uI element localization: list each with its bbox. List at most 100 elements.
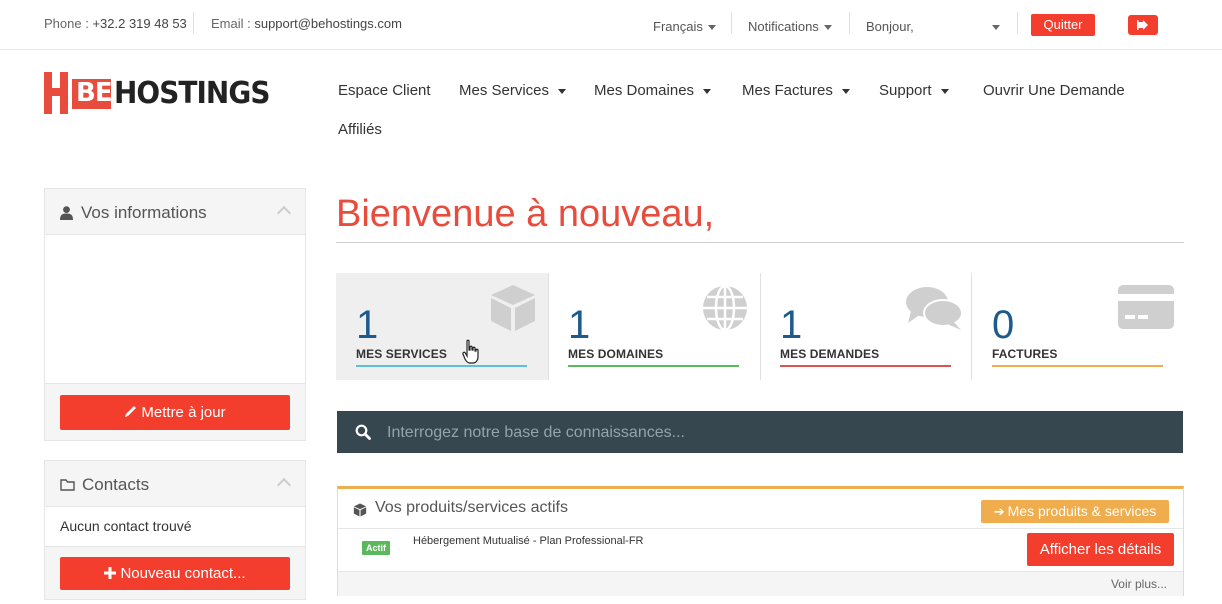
nav-label: Ouvrir Une Demande: [983, 82, 1125, 99]
arrow-right-icon: ➔: [993, 504, 1005, 519]
email-info: Email : support@behostings.com: [211, 16, 402, 31]
user-icon: [60, 206, 73, 220]
stat-underline: [356, 365, 527, 367]
folder-icon: [60, 479, 75, 491]
contacts-panel-footer: Nouveau contact...: [45, 546, 305, 599]
status-badge: Actif: [362, 541, 390, 555]
phone-value[interactable]: +32.2 319 48 53: [92, 16, 186, 31]
panel-title: Vos produits/services actifs: [375, 499, 568, 516]
new-contact-label: Nouveau contact...: [120, 565, 246, 582]
nav-espace-client[interactable]: Espace Client: [338, 82, 431, 99]
caret-down-icon: [558, 88, 567, 94]
chevron-up-icon[interactable]: [276, 477, 292, 493]
logo-text: HOSTINGS: [114, 76, 270, 111]
email-label: Email :: [211, 16, 255, 31]
divider: [849, 12, 850, 34]
knowledgebase-search-input[interactable]: [387, 422, 1167, 444]
stat-value: 1: [780, 303, 803, 347]
search-icon: [355, 424, 371, 440]
caret-down-icon: [940, 88, 949, 94]
page-title: Bienvenue à nouveau,: [336, 193, 715, 235]
stat-tile-services[interactable]: 1 MES SERVICES: [336, 273, 548, 380]
stat-value: 1: [568, 303, 591, 347]
credit-card-icon: [1118, 285, 1174, 329]
nav-label: Mes Domaines: [594, 82, 695, 99]
nav-affilies[interactable]: Affiliés: [338, 121, 382, 138]
cursor-hand-icon: [462, 339, 479, 364]
caret-down-icon: [992, 25, 1000, 30]
plus-icon: [104, 567, 117, 579]
stat-tile-domains[interactable]: 1 MES DOMAINES: [548, 273, 760, 380]
notifications-menu[interactable]: Notifications: [748, 19, 832, 34]
new-contact-button[interactable]: Nouveau contact...: [60, 557, 290, 590]
greeting-label: Bonjour,: [866, 19, 914, 34]
panel-title: Contacts: [82, 475, 150, 494]
stat-label: MES DEMANDES: [780, 347, 880, 361]
stat-underline: [568, 365, 739, 367]
stat-label: MES DOMAINES: [568, 347, 664, 361]
nav-support[interactable]: Support: [879, 82, 949, 99]
no-contact-text: Aucun contact trouvé: [60, 518, 192, 534]
caret-down-icon: [823, 25, 832, 31]
view-details-button[interactable]: Afficher les détails: [1027, 533, 1174, 566]
nav-mes-services[interactable]: Mes Services: [459, 82, 567, 99]
top-bar: Phone : +32.2 319 48 53 Email : support@…: [0, 0, 1222, 50]
stat-label: MES SERVICES: [356, 347, 448, 361]
logout-button[interactable]: [1128, 15, 1158, 35]
site-logo[interactable]: BE HOSTINGS: [44, 72, 284, 119]
language-label: Français: [653, 19, 703, 34]
nav-mes-domaines[interactable]: Mes Domaines: [594, 82, 712, 99]
account-menu[interactable]: Bonjour,: [866, 19, 1000, 34]
pencil-icon: [125, 406, 137, 417]
caret-down-icon: [703, 88, 712, 94]
divider: [1017, 12, 1018, 34]
update-button[interactable]: Mettre à jour: [60, 395, 290, 430]
all-products-label: Mes produits & services: [1007, 503, 1157, 519]
email-value[interactable]: support@behostings.com: [254, 16, 402, 31]
sign-out-icon: [1137, 20, 1148, 30]
info-panel: Vos informations Mettre à jour: [44, 188, 306, 441]
notifications-label: Notifications: [748, 19, 819, 34]
phone-info: Phone : +32.2 319 48 53: [44, 16, 187, 31]
comments-icon: [906, 287, 963, 330]
nav-label: Affiliés: [338, 121, 382, 138]
info-panel-footer: Mettre à jour: [45, 383, 305, 440]
update-label: Mettre à jour: [141, 404, 226, 421]
contacts-panel-header[interactable]: Contacts: [45, 461, 305, 507]
divider: [731, 12, 732, 34]
nav-label: Mes Factures: [742, 82, 833, 99]
stat-label: FACTURES: [992, 347, 1058, 361]
panel-title: Vos informations: [81, 203, 207, 222]
stat-tile-invoices[interactable]: 0 FACTURES: [972, 273, 1184, 380]
stat-value: 0: [992, 303, 1015, 347]
product-name[interactable]: Hébergement Mutualisé - Plan Professiona…: [413, 535, 644, 547]
stat-tile-tickets[interactable]: 1 MES DEMANDES: [760, 273, 972, 380]
stat-underline: [992, 365, 1163, 367]
logo-mark: BE: [76, 78, 113, 108]
nav-label: Mes Services: [459, 82, 550, 99]
contacts-panel: Contacts Aucun contact trouvé Nouveau co…: [44, 460, 306, 600]
products-panel-header: Vos produits/services actifs ➔ Mes produi…: [338, 489, 1183, 529]
all-products-button[interactable]: ➔ Mes produits & services: [981, 500, 1169, 523]
nav-label: Support: [879, 82, 932, 99]
caret-down-icon: [707, 25, 716, 31]
see-more-link[interactable]: Voir plus...: [1111, 577, 1167, 591]
nav-mes-factures[interactable]: Mes Factures: [742, 82, 850, 99]
nav-ouvrir-une-demande[interactable]: Ouvrir Une Demande: [983, 82, 1125, 99]
cube-icon: [491, 285, 535, 331]
quit-button[interactable]: Quitter: [1031, 14, 1095, 36]
chevron-up-icon[interactable]: [276, 205, 292, 221]
cube-icon: [353, 503, 367, 517]
phone-label: Phone :: [44, 16, 93, 31]
knowledgebase-search: [337, 411, 1183, 453]
caret-down-icon: [841, 88, 850, 94]
globe-icon: [703, 284, 747, 332]
products-panel-footer: Voir plus...: [338, 571, 1183, 596]
language-menu[interactable]: Français: [653, 19, 716, 34]
divider: [193, 12, 194, 34]
active-products-panel: Vos produits/services actifs ➔ Mes produi…: [337, 486, 1184, 596]
info-panel-header[interactable]: Vos informations: [45, 189, 305, 235]
nav-label: Espace Client: [338, 82, 431, 99]
stat-underline: [780, 365, 951, 367]
stat-value: 1: [356, 303, 379, 347]
